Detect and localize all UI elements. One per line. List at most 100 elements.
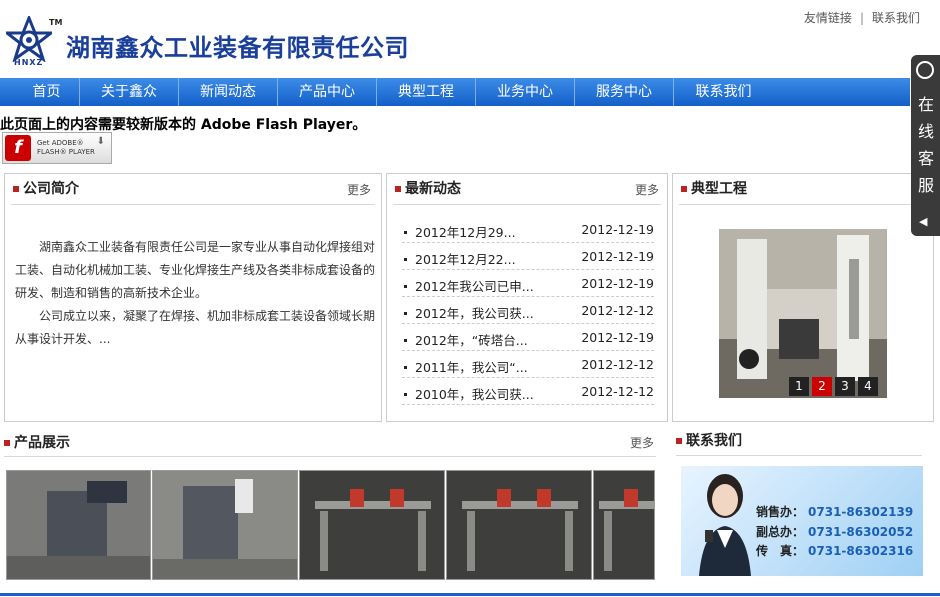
- news-title: 最新动态: [395, 178, 461, 198]
- title-bullet-icon: [681, 186, 687, 192]
- intro-title: 公司简介: [13, 178, 79, 198]
- collapse-arrow-icon[interactable]: ◀: [919, 215, 927, 228]
- nav-products[interactable]: 产品中心: [278, 78, 377, 106]
- news-item[interactable]: 2012年，“砖塔台... 2012-12-19: [402, 324, 654, 351]
- news-item-title: 2012年，我公司获...: [415, 306, 534, 321]
- products-more-link[interactable]: 更多: [630, 434, 654, 451]
- news-more-link[interactable]: 更多: [635, 181, 659, 198]
- list-bullet-icon: [404, 393, 407, 396]
- slide-page-3[interactable]: 3: [835, 377, 855, 396]
- list-bullet-icon: [404, 285, 407, 288]
- products-title: 产品展示: [4, 432, 70, 452]
- product-photo: [594, 471, 654, 579]
- nav-business[interactable]: 业务中心: [476, 78, 575, 106]
- list-bullet-icon: [404, 231, 407, 234]
- intro-text: 湖南鑫众工业装备有限责任公司是一家专业从事自动化焊接组对工装、自动化机械加工装、…: [15, 236, 377, 351]
- contact-title-text: 联系我们: [686, 433, 742, 449]
- online-service-tab[interactable]: 在线客服 ◀: [911, 55, 940, 236]
- product-photo: [447, 471, 591, 579]
- contact-card: 销售办： 0731-86302139 副总办： 0731-86302052 传 真：…: [681, 466, 923, 576]
- flash-required-message: 此页面上的内容需要较新版本的 Adobe Flash Player。: [0, 117, 367, 133]
- download-arrow-icon: ⬇: [96, 136, 105, 147]
- product-image[interactable]: [6, 470, 151, 580]
- nav-home[interactable]: 首页: [0, 78, 80, 106]
- list-bullet-icon: [404, 339, 407, 342]
- main-nav: 首页 关于鑫众 新闻动态 产品中心 典型工程 业务中心 服务中心 联系我们: [0, 78, 910, 106]
- slide-page-4[interactable]: 4: [858, 377, 878, 396]
- get-flash-player-button[interactable]: f Get ADOBE® FLASH® PLAYER ⬇: [2, 132, 112, 164]
- contact-fax: 传 真： 0731-86302316: [756, 542, 913, 559]
- chat-bubble-icon: [916, 61, 934, 79]
- contact-sales: 销售办： 0731-86302139: [756, 503, 913, 520]
- news-item[interactable]: 2012年12月29... 2012-12-19: [402, 216, 654, 243]
- slide-page-2[interactable]: 2: [812, 377, 832, 396]
- news-item-title: 2012年我公司已申...: [415, 279, 534, 294]
- product-image[interactable]: [593, 470, 655, 580]
- news-item-title: 2010年，我公司获...: [415, 387, 534, 402]
- product-image[interactable]: [299, 470, 445, 580]
- friend-links-link[interactable]: 友情链接: [804, 11, 852, 25]
- nav-contact[interactable]: 联系我们: [674, 78, 773, 106]
- news-divider: [393, 204, 661, 205]
- news-item-date: 2012-12-19: [581, 222, 654, 237]
- intro-divider: [11, 204, 375, 205]
- news-item-title: 2011年，我公司“...: [415, 360, 528, 375]
- product-photo: [7, 471, 150, 579]
- intro-more-link[interactable]: 更多: [347, 181, 371, 198]
- intro-panel: 公司简介 更多 湖南鑫众工业装备有限责任公司是一家专业从事自动化焊接组对工装、自…: [4, 173, 382, 422]
- link-separator: |: [859, 11, 864, 25]
- contact-label: 副总办：: [756, 525, 805, 539]
- contact-divider: [676, 455, 922, 456]
- footer-bar: [0, 593, 940, 596]
- projects-title: 典型工程: [681, 178, 747, 198]
- logo-trademark: TM: [49, 18, 63, 27]
- news-item[interactable]: 2012年12月22... 2012-12-19: [402, 243, 654, 270]
- projects-title-text: 典型工程: [691, 181, 747, 197]
- product-photo: [300, 471, 444, 579]
- nav-projects[interactable]: 典型工程: [377, 78, 476, 106]
- product-image[interactable]: [152, 470, 298, 580]
- contact-number: 0731-86302052: [808, 525, 914, 539]
- news-item-title: 2012年，“砖塔台...: [415, 333, 528, 348]
- list-bullet-icon: [404, 312, 407, 315]
- flash-product-label: FLASH® PLAYER: [37, 148, 95, 156]
- nav-about[interactable]: 关于鑫众: [80, 78, 179, 106]
- contact-number: 0731-86302316: [808, 544, 914, 558]
- news-item-date: 2012-12-12: [581, 384, 654, 399]
- online-service-label: 在线客服: [917, 95, 934, 195]
- news-item-title: 2012年12月22...: [415, 252, 516, 267]
- logo-star-icon: [2, 13, 56, 63]
- products-divider: [4, 456, 656, 457]
- projects-divider: [679, 204, 929, 205]
- products-title-text: 产品展示: [14, 435, 70, 451]
- product-image[interactable]: [446, 470, 592, 580]
- project-slideshow-image[interactable]: 1 2 3 4: [719, 229, 887, 398]
- news-item-date: 2012-12-19: [581, 276, 654, 291]
- nav-news[interactable]: 新闻动态: [179, 78, 278, 106]
- slideshow-pager: 1 2 3 4: [789, 377, 878, 396]
- intro-paragraph-1: 湖南鑫众工业装备有限责任公司是一家专业从事自动化焊接组对工装、自动化机械加工装、…: [15, 240, 376, 300]
- nav-service[interactable]: 服务中心: [575, 78, 674, 106]
- company-name: 湖南鑫众工业装备有限责任公司: [66, 34, 409, 62]
- contact-label: 传 真：: [756, 544, 805, 558]
- news-item[interactable]: 2012年，我公司获... 2012-12-12: [402, 297, 654, 324]
- news-item-date: 2012-12-12: [581, 303, 654, 318]
- news-item[interactable]: 2011年，我公司“... 2012-12-12: [402, 351, 654, 378]
- contact-us-link[interactable]: 联系我们: [872, 11, 920, 25]
- news-item-date: 2012-12-19: [581, 249, 654, 264]
- intro-paragraph-2: 公司成立以来，凝聚了在焊接、机加非标成套工装设备领域长期从事设计开发、...: [15, 309, 376, 346]
- contact-title: 联系我们: [676, 430, 742, 450]
- news-item[interactable]: 2012年我公司已申... 2012-12-19: [402, 270, 654, 297]
- news-item-date: 2012-12-19: [581, 330, 654, 345]
- news-item[interactable]: 2010年，我公司获... 2012-12-12: [402, 378, 654, 405]
- title-bullet-icon: [4, 440, 10, 446]
- contact-gm-office: 副总办： 0731-86302052: [756, 523, 913, 540]
- project-machine-image: [719, 229, 887, 398]
- contact-number: 0731-86302139: [808, 505, 914, 519]
- product-photo: [153, 471, 297, 579]
- contact-label: 销售办：: [756, 505, 805, 519]
- flash-get-label: Get ADOBE®: [37, 139, 84, 147]
- slide-page-1[interactable]: 1: [789, 377, 809, 396]
- title-bullet-icon: [395, 186, 401, 192]
- news-item-date: 2012-12-12: [581, 357, 654, 372]
